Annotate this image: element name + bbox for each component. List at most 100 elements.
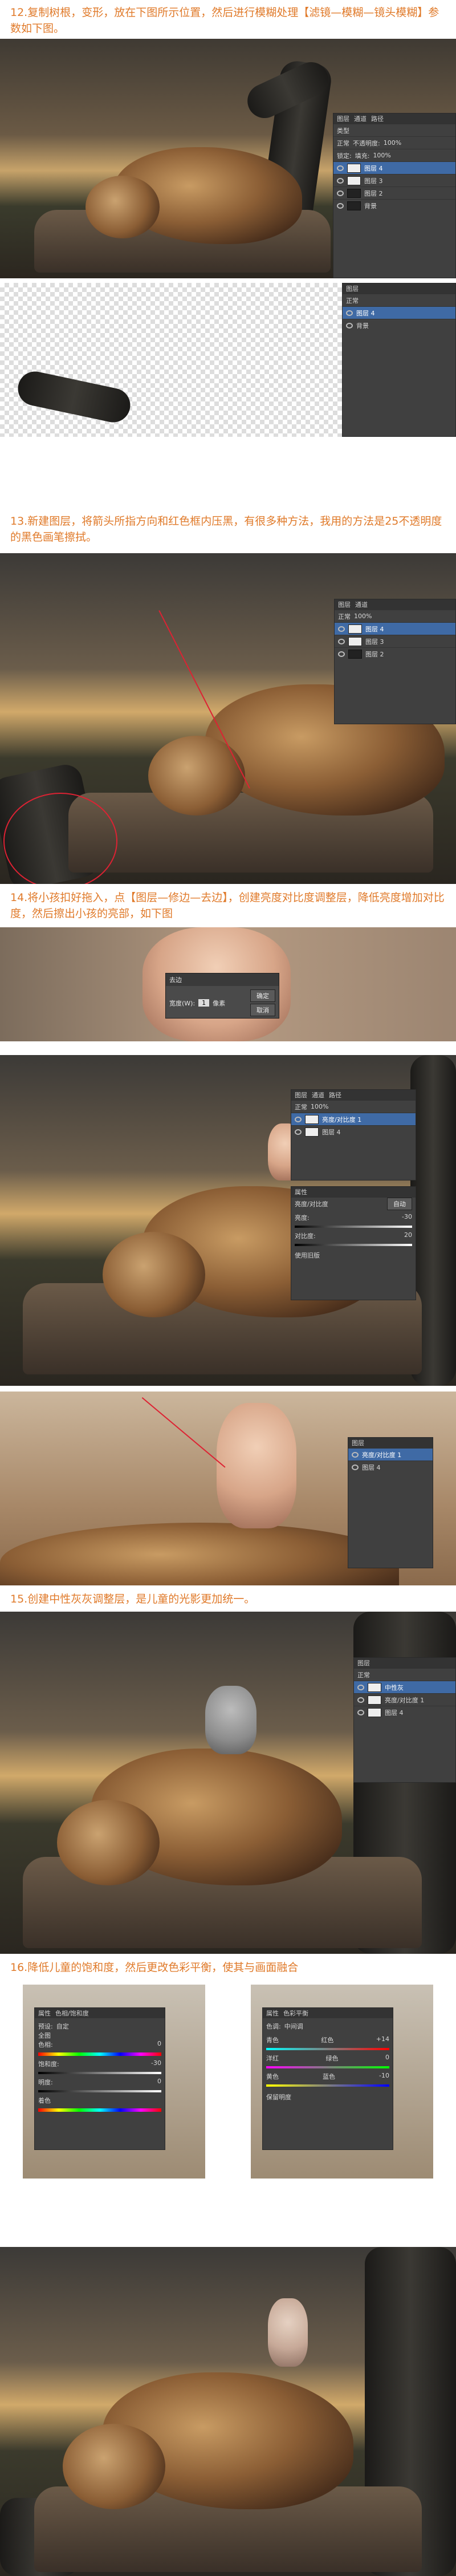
- width-input[interactable]: 1: [198, 999, 210, 1007]
- lightness-label: 明度:: [38, 2079, 53, 2086]
- layer-row[interactable]: 图层 4: [354, 1706, 455, 1718]
- legacy-checkbox[interactable]: 使用旧版: [295, 1251, 412, 1260]
- preset-select[interactable]: 自定: [56, 2022, 69, 2031]
- layer-name[interactable]: 图层 2: [364, 189, 383, 198]
- layer-row[interactable]: 图层 2: [335, 647, 455, 660]
- layer-row[interactable]: 背景: [343, 319, 455, 331]
- eye-icon[interactable]: [346, 310, 353, 316]
- eye-icon[interactable]: [337, 165, 344, 171]
- eye-icon[interactable]: [295, 1116, 302, 1122]
- lightness-slider[interactable]: [38, 2090, 161, 2092]
- layer-row[interactable]: 中性灰: [354, 1681, 455, 1693]
- tab-channels[interactable]: 通道: [355, 600, 368, 609]
- yellow-blue-slider[interactable]: [266, 2084, 389, 2087]
- opacity-value[interactable]: 100%: [311, 1103, 328, 1110]
- kind-filter[interactable]: 类型: [337, 126, 349, 135]
- layer-row[interactable]: 图层 3: [335, 635, 455, 647]
- tab-paths[interactable]: 路径: [329, 1090, 341, 1100]
- layer-row[interactable]: 图层 4: [335, 622, 455, 635]
- layer-name[interactable]: 亮度/对比度 1: [362, 1450, 401, 1459]
- layer-name[interactable]: 中性灰: [385, 1683, 404, 1692]
- layer-name[interactable]: 图层 4: [322, 1127, 341, 1137]
- layer-row[interactable]: 图层 4: [333, 161, 455, 174]
- eye-icon[interactable]: [357, 1709, 364, 1715]
- step-12-photo: 图层 通道 路径 类型 正常 不透明度: 100% 锁定: 填充: 100% 图…: [0, 39, 456, 278]
- layer-name[interactable]: 亮度/对比度 1: [322, 1115, 361, 1124]
- ok-button[interactable]: 确定: [250, 989, 275, 1002]
- tab-channels[interactable]: 通道: [354, 114, 367, 123]
- layer-name[interactable]: 图层 4: [356, 309, 375, 318]
- lightness-value[interactable]: 0: [157, 2078, 161, 2087]
- hue-value[interactable]: 0: [157, 2040, 161, 2049]
- tone-select[interactable]: 中间调: [284, 2022, 303, 2031]
- eye-icon[interactable]: [352, 1464, 359, 1470]
- layer-name[interactable]: 图层 3: [364, 176, 383, 185]
- layer-name[interactable]: 图层 3: [365, 637, 384, 646]
- eye-icon[interactable]: [338, 638, 345, 644]
- opacity-value[interactable]: 100%: [384, 139, 401, 147]
- contrast-slider[interactable]: [295, 1244, 412, 1246]
- tab-channels[interactable]: 通道: [312, 1090, 324, 1100]
- tab-layers[interactable]: 图层: [357, 1658, 370, 1668]
- eye-icon[interactable]: [338, 626, 345, 632]
- child-figure: [217, 1403, 296, 1528]
- eye-icon[interactable]: [338, 651, 345, 657]
- channel-select[interactable]: 全图: [38, 2031, 161, 2040]
- blend-mode-select[interactable]: 正常: [337, 139, 349, 148]
- fill-value[interactable]: 100%: [373, 152, 390, 159]
- colorize-checkbox[interactable]: 着色: [38, 2096, 161, 2105]
- brightness-slider[interactable]: [295, 1226, 412, 1228]
- cb-row-value[interactable]: -10: [379, 2072, 389, 2081]
- layer-row[interactable]: 图层 4: [348, 1461, 433, 1473]
- layer-name[interactable]: 图层 4: [362, 1463, 381, 1472]
- eye-icon[interactable]: [337, 202, 344, 209]
- magenta-green-slider[interactable]: [266, 2066, 389, 2068]
- cb-row-value[interactable]: 0: [385, 2054, 389, 2063]
- layer-name[interactable]: 图层 4: [364, 164, 383, 173]
- blend-mode-select[interactable]: 正常: [346, 296, 359, 305]
- layer-row[interactable]: 图层 4: [291, 1125, 416, 1138]
- auto-button[interactable]: 自动: [387, 1197, 412, 1210]
- blend-mode-select[interactable]: 正常: [338, 612, 351, 621]
- eye-icon[interactable]: [295, 1129, 302, 1135]
- cyan-red-slider[interactable]: [266, 2048, 389, 2050]
- eye-icon[interactable]: [346, 322, 353, 328]
- layer-row[interactable]: 背景: [333, 199, 455, 212]
- layer-row[interactable]: 亮度/对比度 1: [348, 1448, 433, 1461]
- layer-name[interactable]: 背景: [356, 321, 369, 330]
- eye-icon[interactable]: [337, 177, 344, 184]
- saturation-slider[interactable]: [38, 2072, 161, 2074]
- blend-mode-select[interactable]: 正常: [357, 1670, 370, 1680]
- layer-row[interactable]: 亮度/对比度 1: [354, 1693, 455, 1706]
- layer-row[interactable]: 图层 3: [333, 174, 455, 186]
- layer-row[interactable]: 图层 4: [343, 306, 455, 319]
- tab-layers[interactable]: 图层: [346, 284, 359, 293]
- cancel-button[interactable]: 取消: [250, 1004, 275, 1016]
- cb-row-value[interactable]: +14: [376, 2035, 389, 2044]
- preserve-luminosity-checkbox[interactable]: 保留明度: [266, 2092, 389, 2102]
- layer-row[interactable]: 亮度/对比度 1: [291, 1113, 416, 1125]
- hue-sat-subtitle: 色相/饱和度: [55, 2010, 89, 2017]
- eye-icon[interactable]: [357, 1684, 364, 1690]
- eye-icon[interactable]: [352, 1451, 359, 1458]
- tab-layers[interactable]: 图层: [295, 1090, 307, 1100]
- saturation-value[interactable]: -30: [151, 2059, 161, 2068]
- step-16-text: 16.降低儿童的饱和度，然后更改色彩平衡，使其与画面融合: [10, 1961, 299, 1974]
- hue-slider[interactable]: [38, 2052, 161, 2056]
- tab-layers[interactable]: 图层: [338, 600, 351, 609]
- tab-layers[interactable]: 图层: [352, 1438, 364, 1447]
- tab-layers[interactable]: 图层: [337, 114, 349, 123]
- layer-name[interactable]: 图层 2: [365, 650, 384, 659]
- eye-icon[interactable]: [357, 1697, 364, 1703]
- layer-name[interactable]: 亮度/对比度 1: [385, 1695, 424, 1705]
- layer-name[interactable]: 图层 4: [365, 624, 384, 634]
- brightness-value[interactable]: -30: [402, 1213, 412, 1222]
- blend-mode-select[interactable]: 正常: [295, 1102, 307, 1111]
- layer-name[interactable]: 背景: [364, 201, 377, 210]
- opacity-value[interactable]: 100%: [354, 612, 372, 620]
- layer-row[interactable]: 图层 2: [333, 186, 455, 199]
- eye-icon[interactable]: [337, 190, 344, 196]
- tab-paths[interactable]: 路径: [371, 114, 384, 123]
- layer-name[interactable]: 图层 4: [385, 1708, 404, 1717]
- contrast-value[interactable]: 20: [404, 1231, 412, 1240]
